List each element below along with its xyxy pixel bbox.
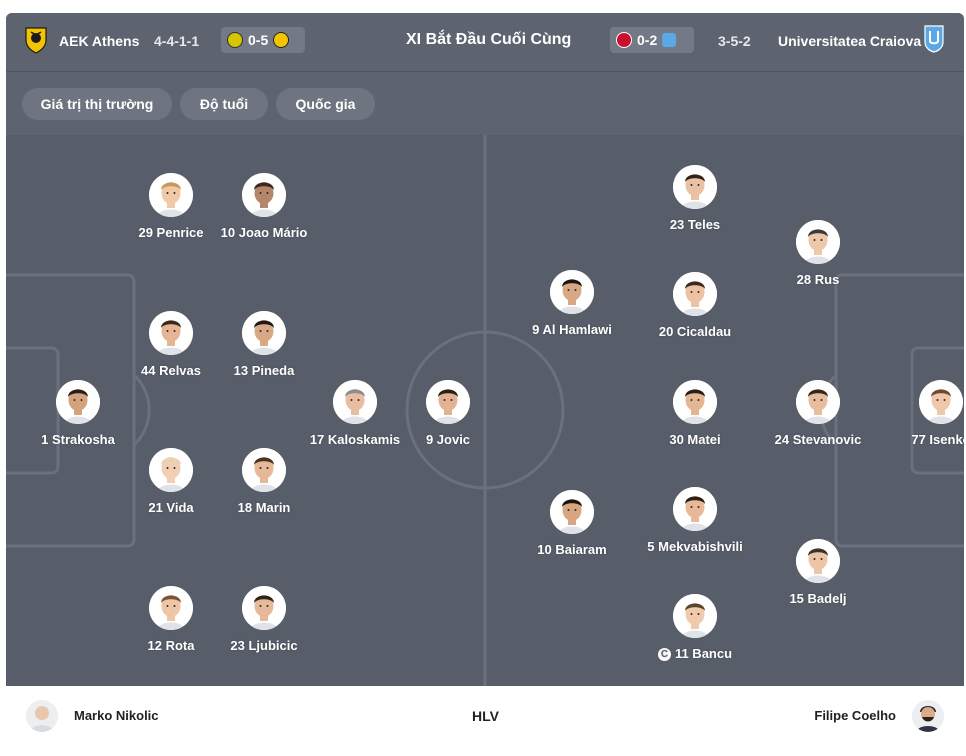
player-name-text: 23 Ljubicic (230, 638, 298, 653)
player-name-text: 28 Rus (796, 272, 840, 287)
opponent-crest-icon (227, 32, 243, 48)
player-avatar[interactable] (149, 311, 193, 355)
away-coach-name[interactable]: Filipe Coelho (814, 708, 896, 723)
player-avatar[interactable] (242, 311, 286, 355)
away-recent-result[interactable]: 0-2 (610, 27, 694, 53)
lineup-card: AEK Athens 4-4-1-1 0-5 XI Bắt Đầu Cuối C… (6, 13, 964, 756)
home-formation: 4-4-1-1 (154, 33, 200, 49)
home-player-token[interactable]: 23 Ljubicic (189, 586, 339, 662)
player-avatar[interactable] (550, 490, 594, 534)
away-team-name[interactable]: Universitatea Craiova (778, 33, 921, 49)
player-name-text: 20 Cicaldau (658, 324, 732, 339)
home-coach-name[interactable]: Marko Nikolic (74, 708, 159, 723)
player-name-label: 77 Isenko (866, 432, 964, 447)
player-avatar[interactable] (149, 586, 193, 630)
filter-bar: Giá trị thị trường Độ tuổi Quốc gia (6, 72, 964, 135)
player-name-text: 11 Bancu (674, 646, 733, 661)
player-name-label: 23 Ljubicic (189, 638, 339, 653)
player-avatar[interactable] (333, 380, 377, 424)
home-player-token[interactable]: 10 Joao Mário (189, 173, 339, 249)
player-name-text: 9 Al Hamlawi (532, 322, 612, 337)
away-formation: 3-5-2 (718, 33, 751, 49)
player-name-text: 5 Mekvabishvili (647, 539, 743, 554)
player-name-text: 9 Jovic (425, 432, 471, 447)
home-player-token[interactable]: 18 Marin (189, 448, 339, 524)
home-recent-result[interactable]: 0-5 (221, 27, 305, 53)
coach-label: HLV (472, 708, 499, 724)
player-name-text: 23 Teles (669, 217, 721, 232)
universitatea-craiova-crest-icon (924, 25, 944, 58)
filter-market-value-button[interactable]: Giá trị thị trường (22, 88, 172, 120)
player-name-label: C 11 Bancu (620, 646, 770, 661)
player-avatar[interactable] (149, 173, 193, 217)
player-avatar[interactable] (673, 594, 717, 638)
captain-badge-icon: C (657, 648, 671, 661)
away-recent-score: 0-2 (637, 32, 658, 48)
player-avatar[interactable] (796, 380, 840, 424)
aek-athens-crest-icon (24, 26, 48, 59)
away-player-token[interactable]: 20 Cicaldau (620, 272, 770, 348)
player-name-label: 20 Cicaldau (620, 324, 770, 339)
player-avatar[interactable] (796, 220, 840, 264)
player-name-text: 10 Baiaram (537, 542, 607, 557)
player-name-label: 13 Pineda (189, 363, 339, 378)
player-avatar[interactable] (673, 380, 717, 424)
craiova-mini-crest-icon (662, 33, 677, 47)
player-avatar[interactable] (149, 448, 193, 492)
player-name-text: 18 Marin (237, 500, 291, 515)
away-coach-avatar[interactable] (912, 700, 944, 732)
player-avatar[interactable] (919, 380, 963, 424)
player-name-text: 30 Matei (669, 432, 721, 447)
player-name-label: 18 Marin (189, 500, 339, 515)
filter-nationality-button[interactable]: Quốc gia (276, 88, 375, 120)
player-name-text: 21 Vida (148, 500, 194, 515)
player-name-text: 12 Rota (147, 638, 195, 653)
opponent-crest-icon (616, 32, 632, 48)
player-name-label: 1 Strakosha (6, 432, 153, 447)
player-avatar[interactable] (56, 380, 100, 424)
player-name-text: 13 Pineda (233, 363, 295, 378)
coaches-bar: Marko Nikolic HLV Filipe Coelho (6, 686, 964, 756)
page-title: XI Bắt Đầu Cuối Cùng (406, 31, 572, 48)
player-name-label: 9 Jovic (373, 432, 523, 447)
home-team-name[interactable]: AEK Athens (59, 33, 139, 49)
home-player-token[interactable]: 9 Jovic (373, 380, 523, 456)
home-recent-score: 0-5 (248, 32, 269, 48)
player-avatar[interactable] (242, 173, 286, 217)
pitch: 29 Penrice 10 Joao Mário 44 Relvas 13 Pined… (6, 135, 964, 686)
player-avatar[interactable] (426, 380, 470, 424)
player-name-text: 24 Stevanovic (774, 432, 862, 447)
player-avatar[interactable] (673, 487, 717, 531)
home-player-token[interactable]: 13 Pineda (189, 311, 339, 387)
home-coach-avatar[interactable] (26, 700, 58, 732)
player-avatar[interactable] (242, 586, 286, 630)
player-name-text: 10 Joao Mário (220, 225, 308, 240)
player-avatar[interactable] (673, 165, 717, 209)
player-avatar[interactable] (550, 270, 594, 314)
aek-mini-crest-icon (273, 32, 290, 48)
away-player-token[interactable]: C 11 Bancu (620, 594, 770, 670)
player-name-text: 77 Isenko (911, 432, 964, 447)
away-player-token[interactable]: 77 Isenko (866, 380, 964, 456)
player-name-text: 1 Strakosha (41, 432, 115, 447)
match-header: AEK Athens 4-4-1-1 0-5 XI Bắt Đầu Cuối C… (6, 13, 964, 72)
player-avatar[interactable] (796, 539, 840, 583)
filter-age-button[interactable]: Độ tuổi (180, 88, 268, 120)
player-name-label: 10 Joao Mário (189, 225, 339, 240)
player-avatar[interactable] (673, 272, 717, 316)
player-name-text: 15 Badelj (789, 591, 847, 606)
home-player-token[interactable]: 1 Strakosha (6, 380, 153, 456)
